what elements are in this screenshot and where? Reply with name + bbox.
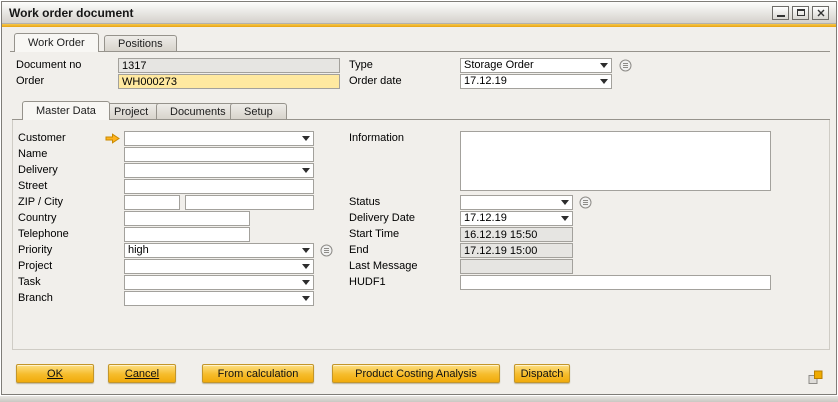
- name-field[interactable]: [124, 147, 314, 162]
- cancel-button[interactable]: Cancel: [108, 364, 176, 383]
- last-message-label: Last Message: [349, 259, 417, 274]
- task-combo[interactable]: [124, 275, 314, 290]
- from-calculation-button[interactable]: From calculation: [202, 364, 314, 383]
- priority-combo[interactable]: high: [124, 243, 314, 258]
- status-label: Status: [349, 195, 380, 210]
- start-time-label: Start Time: [349, 227, 399, 242]
- delivery-combo[interactable]: [124, 163, 314, 178]
- name-label: Name: [18, 147, 47, 162]
- chevron-down-icon: [302, 280, 310, 285]
- close-icon: [817, 9, 825, 17]
- product-costing-analysis-button-label: Product Costing Analysis: [355, 368, 477, 380]
- city-field[interactable]: [185, 195, 314, 210]
- priority-combo-value: high: [128, 244, 149, 256]
- ok-button-label: OK: [47, 368, 63, 380]
- type-combo[interactable]: Storage Order: [460, 58, 612, 73]
- chevron-down-icon: [600, 79, 608, 84]
- maximize-button[interactable]: [792, 6, 809, 20]
- telephone-field[interactable]: [124, 227, 250, 242]
- product-costing-analysis-button[interactable]: Product Costing Analysis: [332, 364, 500, 383]
- tab-master-data[interactable]: Master Data: [22, 101, 110, 120]
- street-label: Street: [18, 179, 47, 194]
- tab-setup[interactable]: Setup: [230, 103, 287, 120]
- cancel-button-label: Cancel: [125, 368, 159, 380]
- chevron-down-icon: [302, 168, 310, 173]
- window-titlebar[interactable]: Work order document: [2, 2, 836, 24]
- window-controls: [772, 6, 829, 20]
- project-label: Project: [18, 259, 52, 274]
- zip-field[interactable]: [124, 195, 180, 210]
- telephone-label: Telephone: [18, 227, 69, 242]
- edit-list-icon[interactable]: [579, 196, 592, 209]
- link-arrow-icon[interactable]: [105, 133, 120, 144]
- edit-list-icon[interactable]: [320, 244, 333, 257]
- branch-label: Branch: [18, 291, 53, 306]
- end-field: [460, 243, 573, 258]
- order-label: Order: [16, 74, 44, 89]
- status-combo[interactable]: [460, 195, 573, 210]
- chevron-down-icon: [302, 248, 310, 253]
- priority-label: Priority: [18, 243, 52, 258]
- minimize-button[interactable]: [772, 6, 789, 20]
- delivery-date-label: Delivery Date: [349, 211, 415, 226]
- order-field[interactable]: [118, 74, 340, 89]
- dispatch-button[interactable]: Dispatch: [514, 364, 570, 383]
- task-label: Task: [18, 275, 41, 290]
- tab-work-order[interactable]: Work Order: [14, 33, 99, 52]
- country-field[interactable]: [124, 211, 250, 226]
- window-title: Work order document: [9, 6, 133, 20]
- type-label: Type: [349, 58, 373, 73]
- chevron-down-icon: [561, 200, 569, 205]
- delivery-date-combo[interactable]: 17.12.19: [460, 211, 573, 226]
- delivery-label: Delivery: [18, 163, 58, 178]
- dispatch-button-label: Dispatch: [521, 368, 564, 380]
- maximize-icon: [797, 9, 805, 16]
- chevron-down-icon: [302, 264, 310, 269]
- last-message-field: [460, 259, 573, 274]
- chevron-down-icon: [600, 63, 608, 68]
- ok-button[interactable]: OK: [16, 364, 94, 383]
- tab-positions[interactable]: Positions: [104, 35, 177, 52]
- chevron-down-icon: [302, 296, 310, 301]
- edit-list-icon[interactable]: [619, 59, 632, 72]
- information-label: Information: [349, 131, 404, 146]
- type-combo-value: Storage Order: [464, 59, 534, 71]
- from-calculation-button-label: From calculation: [218, 368, 299, 380]
- detail-tab-separator: [12, 119, 830, 120]
- country-label: Country: [18, 211, 57, 226]
- order-date-combo-value: 17.12.19: [464, 75, 507, 87]
- start-time-field: [460, 227, 573, 242]
- chevron-down-icon: [302, 136, 310, 141]
- work-order-window: Work order document Work Order Positions…: [1, 1, 837, 395]
- background-strip: [0, 396, 838, 402]
- order-date-combo[interactable]: 17.12.19: [460, 74, 612, 89]
- resize-grip-icon[interactable]: [808, 370, 823, 385]
- titlebar-accent-line: [2, 24, 836, 27]
- project-combo[interactable]: [124, 259, 314, 274]
- minimize-icon: [777, 15, 785, 17]
- document-no-field: [118, 58, 340, 73]
- zip-city-label: ZIP / City: [18, 195, 63, 210]
- document-no-label: Document no: [16, 58, 81, 73]
- street-field[interactable]: [124, 179, 314, 194]
- tab-documents[interactable]: Documents: [156, 103, 240, 120]
- close-button[interactable]: [812, 6, 829, 20]
- hudf1-field[interactable]: [460, 275, 771, 290]
- order-date-label: Order date: [349, 74, 402, 89]
- information-field[interactable]: [460, 131, 771, 191]
- customer-label: Customer: [18, 131, 66, 146]
- doc-tab-separator: [10, 51, 830, 52]
- delivery-date-combo-value: 17.12.19: [464, 212, 507, 224]
- chevron-down-icon: [561, 216, 569, 221]
- branch-combo[interactable]: [124, 291, 314, 306]
- customer-combo[interactable]: [124, 131, 314, 146]
- end-label: End: [349, 243, 369, 258]
- hudf1-label: HUDF1: [349, 275, 386, 290]
